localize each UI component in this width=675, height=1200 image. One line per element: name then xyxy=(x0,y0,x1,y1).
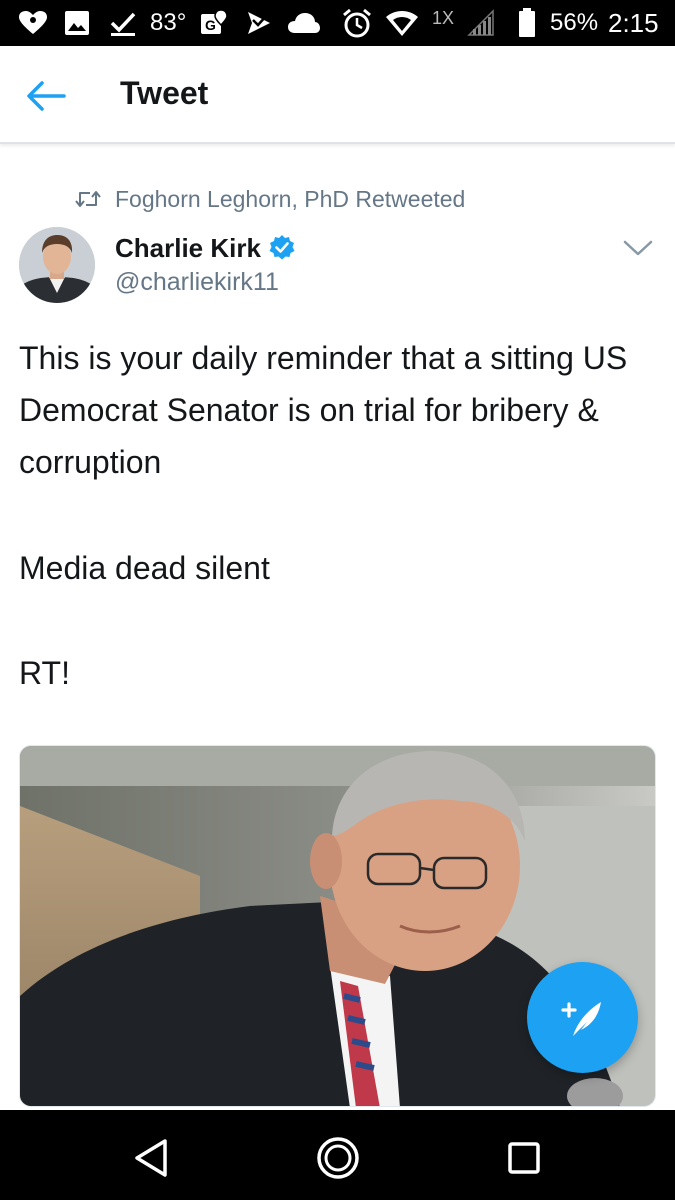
cloud-icon xyxy=(286,8,322,38)
alarm-icon xyxy=(340,8,374,38)
tweet-text-paragraph: This is your daily reminder that a sitti… xyxy=(19,340,628,480)
author-photo xyxy=(19,227,95,303)
author-handle[interactable]: @charliekirk11 xyxy=(115,268,279,297)
svg-text:G: G xyxy=(205,17,216,33)
nav-recents-button[interactable] xyxy=(494,1128,554,1188)
avatar[interactable] xyxy=(19,227,95,303)
send-icon xyxy=(244,8,274,38)
retweet-context[interactable]: Foghorn Leghorn, PhD Retweeted xyxy=(75,182,465,216)
nav-recents-icon xyxy=(508,1142,540,1174)
author-name: Charlie Kirk xyxy=(115,232,261,263)
tweet-text-paragraph: Media dead silent xyxy=(19,550,270,586)
chevron-down-icon xyxy=(623,240,653,256)
compose-feather-icon xyxy=(560,1001,601,1036)
image-icon xyxy=(62,8,92,38)
status-bar: 83° G 1X 56% 2:15 xyxy=(0,0,675,46)
compose-tweet-button[interactable] xyxy=(527,962,638,1073)
nav-back-icon xyxy=(135,1139,167,1177)
system-navigation-bar xyxy=(0,1110,675,1200)
temperature-text: 83° xyxy=(150,9,187,36)
tweet-text-paragraph: RT! xyxy=(19,655,70,691)
nav-back-button[interactable] xyxy=(121,1128,181,1188)
signal-icon xyxy=(466,8,496,38)
battery-percent-text: 56% xyxy=(550,9,599,36)
battery-icon xyxy=(514,8,540,38)
retweeted-by-text: Foghorn Leghorn, PhD Retweeted xyxy=(115,185,466,212)
wifi-icon xyxy=(384,8,420,38)
clock-text: 2:15 xyxy=(608,8,659,38)
retweet-icon xyxy=(75,191,101,207)
nav-home-icon xyxy=(317,1137,359,1179)
tweet-options-button[interactable] xyxy=(618,230,658,266)
back-arrow-icon xyxy=(27,81,66,111)
author-name-row[interactable]: Charlie Kirk xyxy=(115,230,296,266)
iheartradio-icon xyxy=(16,8,50,38)
page-title: Tweet xyxy=(120,75,209,111)
checkmark-icon xyxy=(108,8,138,38)
verified-badge-icon xyxy=(269,235,295,260)
back-button[interactable] xyxy=(22,72,70,120)
roaming-text: 1X xyxy=(432,8,455,28)
app-bar: Tweet xyxy=(0,46,675,144)
nav-home-button[interactable] xyxy=(308,1128,368,1188)
maps-icon: G xyxy=(198,8,230,38)
